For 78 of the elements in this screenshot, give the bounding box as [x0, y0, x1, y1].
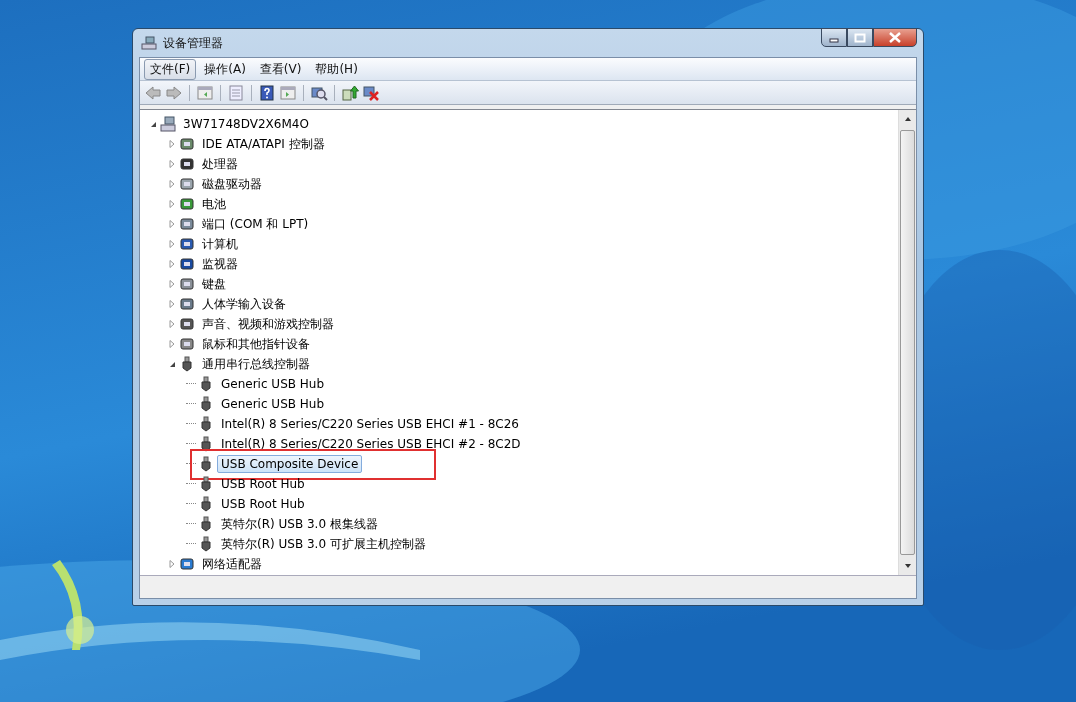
maximize-button[interactable]	[847, 28, 873, 47]
close-button[interactable]	[873, 28, 917, 47]
menu-item[interactable]: 文件(F)	[144, 58, 197, 80]
tree-item[interactable]: IDE ATA/ATAPI 控制器	[198, 133, 329, 155]
computer-icon	[141, 35, 157, 51]
tree-item[interactable]: USB Composite Device	[217, 455, 363, 473]
menu-item[interactable]: 操作(A)	[198, 58, 252, 80]
usb-plug-icon	[179, 356, 195, 372]
device-icon	[179, 316, 195, 332]
usb-plug-icon	[198, 456, 214, 472]
expand-toggle-icon[interactable]	[167, 179, 177, 189]
help-icon[interactable]	[258, 83, 276, 102]
scrollbar[interactable]	[898, 110, 916, 575]
expand-toggle-icon[interactable]	[167, 259, 177, 269]
panel-icon[interactable]	[196, 83, 214, 102]
device-icon	[179, 216, 195, 232]
tree-item[interactable]: 英特尔(R) USB 3.0 可扩展主机控制器	[217, 533, 430, 555]
tree-item[interactable]: Generic USB Hub	[217, 375, 329, 393]
expand-toggle-icon[interactable]	[167, 239, 177, 249]
back-arrow-icon[interactable]	[144, 83, 162, 102]
properties-icon[interactable]	[227, 83, 245, 102]
device-icon	[179, 236, 195, 252]
uninstall-icon[interactable]	[362, 83, 380, 102]
device-icon	[179, 336, 195, 352]
tree-item[interactable]: USB Root Hub	[217, 495, 309, 513]
window-title: 设备管理器	[163, 34, 224, 52]
tree-item[interactable]: 通用串行总线控制器	[198, 353, 314, 375]
usb-plug-icon	[198, 516, 214, 532]
tree-item[interactable]: Intel(R) 8 Series/C220 Series USB EHCI #1 - 8C26	[217, 415, 523, 433]
tree-item[interactable]: 网络适配器	[198, 553, 266, 575]
tree-item[interactable]: Intel(R) 8 Series/C220 Series USB EHCI #2 - 8C2D	[217, 435, 525, 453]
tree-item[interactable]: 声音、视频和游戏控制器	[198, 313, 338, 335]
device-icon	[179, 276, 195, 292]
device-icon	[179, 256, 195, 272]
usb-plug-icon	[198, 376, 214, 392]
device-icon	[179, 176, 195, 192]
tree-item[interactable]: 人体学输入设备	[198, 293, 290, 315]
device-icon	[179, 156, 195, 172]
expand-toggle-icon[interactable]	[167, 339, 177, 349]
tree-item[interactable]: 3W71748DV2X6M4O	[179, 115, 313, 133]
update-driver-icon[interactable]	[341, 83, 359, 102]
scroll-thumb[interactable]	[900, 130, 915, 555]
tree-item[interactable]: 电池	[198, 193, 230, 215]
tree-item[interactable]: 处理器	[198, 153, 242, 175]
device-icon	[179, 196, 195, 212]
tree-item[interactable]: 磁盘驱动器	[198, 173, 266, 195]
usb-plug-icon	[198, 396, 214, 412]
tree-item[interactable]: 键盘	[198, 273, 230, 295]
tree-item[interactable]: 端口 (COM 和 LPT)	[198, 213, 313, 235]
expand-toggle-icon[interactable]	[167, 559, 177, 569]
expand-toggle-icon[interactable]	[167, 159, 177, 169]
expand-toggle-icon[interactable]	[167, 299, 177, 309]
device-icon	[179, 136, 195, 152]
maximize-icon	[854, 32, 866, 43]
minimize-button[interactable]	[821, 28, 847, 47]
usb-plug-icon	[198, 436, 214, 452]
computer-icon	[160, 116, 176, 132]
tree-item[interactable]: 鼠标和其他指针设备	[198, 333, 314, 355]
tree-item[interactable]: 计算机	[198, 233, 242, 255]
expand-toggle-icon[interactable]	[167, 279, 177, 289]
menu-item[interactable]: 帮助(H)	[309, 58, 364, 80]
expand-toggle-icon[interactable]	[167, 199, 177, 209]
usb-plug-icon	[198, 536, 214, 552]
menu-item[interactable]: 查看(V)	[253, 58, 308, 80]
expand-toggle-icon[interactable]	[167, 219, 177, 229]
expand-toggle-icon[interactable]	[167, 139, 177, 149]
tree-item[interactable]: USB Root Hub	[217, 475, 309, 493]
usb-plug-icon	[198, 416, 214, 432]
usb-plug-icon	[198, 476, 214, 492]
tree-item[interactable]: 监视器	[198, 253, 242, 275]
close-icon	[888, 32, 902, 43]
usb-plug-icon	[198, 496, 214, 512]
expand-toggle-icon[interactable]	[167, 319, 177, 329]
tree-item[interactable]: 英特尔(R) USB 3.0 根集线器	[217, 513, 382, 535]
forward-arrow-icon[interactable]	[165, 83, 183, 102]
device-icon	[179, 296, 195, 312]
device-icon	[179, 556, 195, 572]
tree-item[interactable]: Generic USB Hub	[217, 395, 329, 413]
